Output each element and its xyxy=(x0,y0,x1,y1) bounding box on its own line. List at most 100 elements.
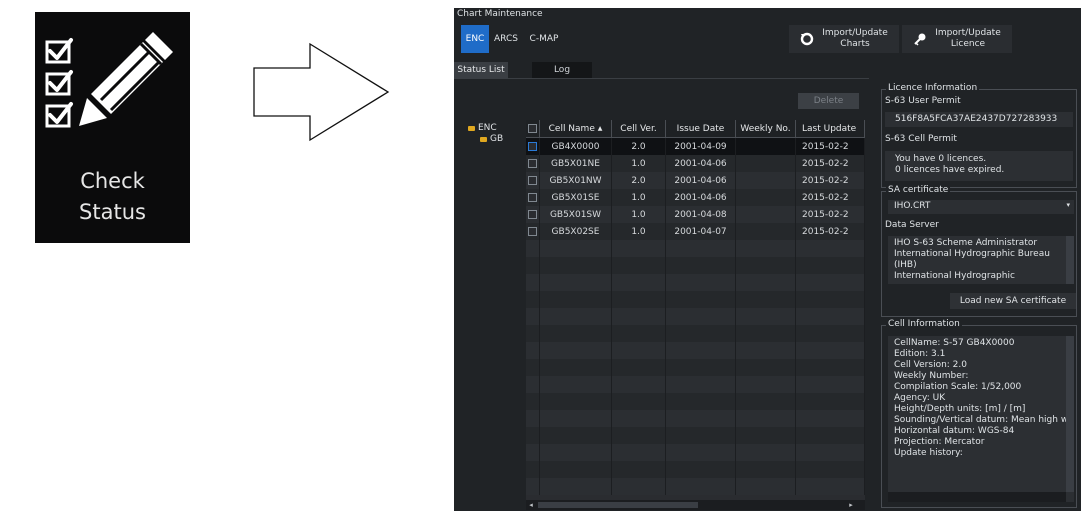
table-row[interactable] xyxy=(526,410,865,427)
row-checkbox[interactable] xyxy=(528,159,537,168)
table-row[interactable] xyxy=(526,478,865,495)
cell-information-line: Horizontal datum: WGS-84 xyxy=(894,426,1015,436)
header-select-all[interactable] xyxy=(526,120,540,137)
horizontal-scrollbar[interactable]: ◂ ▸ xyxy=(526,500,865,510)
tab-divider xyxy=(454,78,869,79)
table-cell-cell xyxy=(540,461,612,478)
data-server-list[interactable]: IHO S-63 Scheme Administrator Internatio… xyxy=(888,236,1074,284)
table-row[interactable]: GB5X01NE 1.0 2001-04-06 2015-02-2 xyxy=(526,155,865,172)
table-row[interactable] xyxy=(526,359,865,376)
table-cell-last: 2015-02-2 xyxy=(796,206,865,223)
import-update-licence-button[interactable]: Import/Update Licence xyxy=(902,25,1012,53)
table-cell-issue: 2001-04-09 xyxy=(666,138,736,155)
cell-information-text[interactable]: CellName: S-57 GB4X0000 Edition: 3.1 Cell … xyxy=(888,336,1074,502)
table-header: Cell Name ▲ Cell Ver. Issue Date Weekly … xyxy=(526,120,865,138)
table-cell-issue xyxy=(666,461,736,478)
table-cell-weekly xyxy=(736,240,796,257)
enc-button[interactable]: ENC xyxy=(461,25,489,53)
cmap-button[interactable]: C-MAP xyxy=(522,25,566,53)
scrollbar-thumb[interactable] xyxy=(538,502,698,508)
cell-permit-line: You have 0 licences. xyxy=(895,154,987,164)
row-checkbox[interactable] xyxy=(528,176,537,185)
column-header-last-update[interactable]: Last Update xyxy=(796,120,865,137)
table-cell-last xyxy=(796,325,865,342)
table-cell-cell: GB5X01NE xyxy=(540,155,612,172)
launcher-label-line2: Status xyxy=(79,200,146,224)
table-row[interactable]: GB5X02SE 1.0 2001-04-07 2015-02-2 xyxy=(526,223,865,240)
table-cell-last xyxy=(796,461,865,478)
table-row[interactable]: GB5X01SE 1.0 2001-04-06 2015-02-2 xyxy=(526,189,865,206)
check-status-launcher[interactable]: Check Status xyxy=(35,12,190,243)
sa-certificate-select[interactable]: IHO.CRT ▾ xyxy=(888,200,1074,214)
tree-node-gb[interactable]: GB xyxy=(480,134,503,144)
table-row[interactable] xyxy=(526,376,865,393)
row-checkbox[interactable] xyxy=(528,210,537,219)
table-row[interactable] xyxy=(526,461,865,478)
table-cell-weekly xyxy=(736,461,796,478)
row-select-cell xyxy=(526,410,540,427)
tree-node-enc[interactable]: ENC xyxy=(468,123,497,133)
user-permit-label: S-63 User Permit xyxy=(885,96,961,106)
table-row[interactable]: GB5X01SW 1.0 2001-04-08 2015-02-2 xyxy=(526,206,865,223)
table-cell-last xyxy=(796,427,865,444)
tab-log[interactable]: Log xyxy=(532,62,592,78)
row-select-cell xyxy=(526,376,540,393)
table-row[interactable] xyxy=(526,444,865,461)
scroll-right-icon[interactable]: ▸ xyxy=(846,500,856,510)
cell-information-line: Edition: 3.1 xyxy=(894,349,946,359)
licence-information-legend: Licence Information xyxy=(886,83,980,93)
table-row[interactable]: GB5X01NW 2.0 2001-04-06 2015-02-2 xyxy=(526,172,865,189)
table-cell-issue: 2001-04-06 xyxy=(666,172,736,189)
table-cell-last xyxy=(796,240,865,257)
tab-status-list[interactable]: Status List xyxy=(454,62,508,78)
table-row[interactable] xyxy=(526,240,865,257)
column-header-issue-date[interactable]: Issue Date xyxy=(666,120,736,137)
table-cell-weekly xyxy=(736,189,796,206)
table-cell-ver xyxy=(612,257,666,274)
table-row[interactable] xyxy=(526,291,865,308)
column-header-weekly-no[interactable]: Weekly No. xyxy=(736,120,796,137)
load-sa-certificate-button[interactable]: Load new SA certificate xyxy=(950,293,1076,309)
row-checkbox[interactable] xyxy=(528,227,537,236)
cell-information-line: Update history: xyxy=(894,448,963,458)
table-row[interactable] xyxy=(526,274,865,291)
import-charts-label-line1: Import/Update xyxy=(822,28,888,38)
table-row[interactable] xyxy=(526,393,865,410)
import-licence-label-line1: Import/Update xyxy=(935,28,1001,38)
row-checkbox[interactable] xyxy=(528,193,537,202)
table-row[interactable] xyxy=(526,308,865,325)
table-cell-issue xyxy=(666,342,736,359)
delete-button[interactable]: Delete xyxy=(798,93,859,109)
row-select-cell xyxy=(526,342,540,359)
horizontal-scrollbar[interactable] xyxy=(888,492,1066,502)
scroll-left-icon[interactable]: ◂ xyxy=(526,500,536,510)
column-header-cell-name[interactable]: Cell Name ▲ xyxy=(540,120,612,137)
table-cell-cell xyxy=(540,308,612,325)
table-cell-weekly xyxy=(736,325,796,342)
table-cell-weekly xyxy=(736,444,796,461)
row-select-cell xyxy=(526,189,540,206)
table-cell-last xyxy=(796,444,865,461)
table-row[interactable] xyxy=(526,257,865,274)
info-pane: Licence Information S-63 User Permit 516… xyxy=(875,78,1081,511)
vertical-scrollbar[interactable] xyxy=(1066,336,1074,492)
table-cell-cell: GB4X0000 xyxy=(540,138,612,155)
table-row[interactable] xyxy=(526,325,865,342)
arcs-button[interactable]: ARCS xyxy=(492,25,520,53)
tree-node-label: GB xyxy=(490,134,504,144)
table-row[interactable] xyxy=(526,342,865,359)
table-cell-ver: 1.0 xyxy=(612,223,666,240)
data-server-line: International Hydrographic xyxy=(894,271,1015,281)
select-all-checkbox[interactable] xyxy=(528,124,537,133)
table-cell-issue: 2001-04-06 xyxy=(666,155,736,172)
data-server-label: Data Server xyxy=(885,220,939,230)
row-checkbox[interactable] xyxy=(528,142,537,151)
licence-information-group: Licence Information S-63 User Permit 516… xyxy=(881,83,1077,188)
vertical-scrollbar[interactable] xyxy=(1066,236,1074,284)
cell-information-line: Projection: Mercator xyxy=(894,437,985,447)
table-row[interactable] xyxy=(526,427,865,444)
table-row[interactable]: GB4X0000 2.0 2001-04-09 2015-02-2 xyxy=(526,138,865,156)
table-cell-ver xyxy=(612,274,666,291)
import-update-charts-button[interactable]: Import/Update Charts xyxy=(789,25,899,53)
column-header-cell-ver[interactable]: Cell Ver. xyxy=(612,120,666,137)
